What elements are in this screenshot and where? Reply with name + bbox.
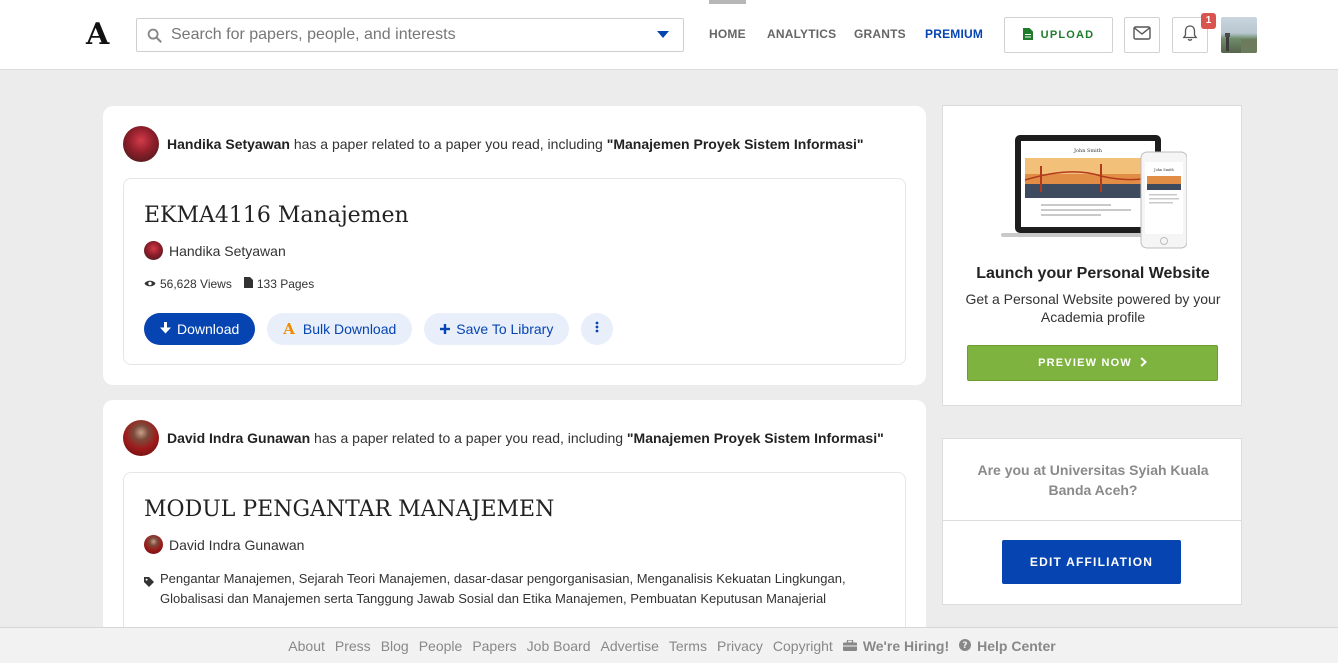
upload-button[interactable]: UPLOAD xyxy=(1004,17,1113,53)
related-paper-title[interactable]: "Manajemen Proyek Sistem Informasi" xyxy=(627,430,884,446)
upload-label: UPLOAD xyxy=(1040,29,1095,41)
search-dropdown-caret-icon[interactable] xyxy=(643,31,683,39)
nav-analytics[interactable]: ANALYTICS xyxy=(767,0,836,70)
briefcase-icon xyxy=(842,638,857,654)
plus-icon xyxy=(440,321,451,337)
recommendation-reason: has a paper related to a paper you read,… xyxy=(310,430,627,446)
affiliation-prompt: Are you at Universitas Syiah Kuala Banda… xyxy=(942,438,1242,605)
search-icon xyxy=(137,28,167,43)
preview-now-button[interactable]: PREVIEW NOW xyxy=(967,345,1218,381)
notification-count-badge: 1 xyxy=(1201,13,1216,29)
personal-website-promo: John Smith John Smith Launch your Person… xyxy=(942,105,1242,406)
search-input[interactable] xyxy=(167,20,643,50)
paper-stats: 56,628 Views 133 Pages xyxy=(144,277,314,291)
author-avatar xyxy=(144,535,163,554)
arrow-down-icon xyxy=(160,321,171,337)
eye-icon xyxy=(144,277,156,291)
recommender-avatar[interactable] xyxy=(123,420,159,456)
envelope-icon xyxy=(1133,25,1151,45)
author-avatar xyxy=(144,241,163,260)
pages-count: 133 Pages xyxy=(256,277,315,291)
footer-link-papers[interactable]: Papers xyxy=(472,638,516,654)
save-to-library-button[interactable]: Save To Library xyxy=(424,313,570,345)
footer-link-copyright[interactable]: Copyright xyxy=(773,638,833,654)
mock-site-name: John Smith xyxy=(1073,148,1103,154)
bell-icon xyxy=(1182,24,1198,47)
footer-link-hiring[interactable]: We're Hiring! xyxy=(842,638,949,654)
nav-home[interactable]: HOME xyxy=(709,0,746,70)
paper-card: MODUL PENGANTAR MANAJEMEN David Indra Gu… xyxy=(123,472,906,642)
paper-card: EKMA4116 Manajemen Handika Setyawan 56,6… xyxy=(123,178,906,365)
vertical-ellipsis-icon xyxy=(595,320,599,338)
footer-link-advertise[interactable]: Advertise xyxy=(601,638,659,654)
footer-link-terms[interactable]: Terms xyxy=(669,638,707,654)
page-icon xyxy=(243,277,253,291)
footer-link-blog[interactable]: Blog xyxy=(381,638,409,654)
nav-grants[interactable]: GRANTS xyxy=(854,0,906,70)
author-name[interactable]: David Indra Gunawan xyxy=(169,537,304,553)
mock-site-name-phone: John Smith xyxy=(1153,168,1174,172)
svg-text:?: ? xyxy=(963,641,968,651)
chevron-right-icon xyxy=(1140,356,1147,370)
related-paper-title[interactable]: "Manajemen Proyek Sistem Informasi" xyxy=(607,136,864,152)
paper-tags: Pengantar Manajemen, Sejarah Teori Manaj… xyxy=(144,569,864,609)
footer-link-press[interactable]: Press xyxy=(335,638,371,654)
edit-affiliation-button[interactable]: EDIT AFFILIATION xyxy=(1002,540,1181,584)
academia-a-icon: A xyxy=(283,320,295,338)
views-count: 56,628 Views xyxy=(160,277,232,291)
recommender-avatar[interactable] xyxy=(123,126,159,162)
user-avatar[interactable] xyxy=(1221,17,1257,53)
footer-link-privacy[interactable]: Privacy xyxy=(717,638,763,654)
nav-premium[interactable]: PREMIUM xyxy=(925,0,983,70)
recommender-name[interactable]: David Indra Gunawan xyxy=(167,430,310,446)
feed-card: David Indra Gunawan has a paper related … xyxy=(103,400,926,642)
feed-card: Handika Setyawan has a paper related to … xyxy=(103,106,926,385)
bulk-download-button[interactable]: A Bulk Download xyxy=(267,313,413,345)
paper-title[interactable]: MODUL PENGANTAR MANAJEMEN xyxy=(144,497,554,522)
more-options-button[interactable] xyxy=(581,313,614,345)
paper-actions: Download A Bulk Download Save To Library xyxy=(144,313,614,345)
website-preview-image: John Smith John Smith xyxy=(1001,132,1188,250)
search-bar[interactable] xyxy=(136,18,684,52)
tag-icon xyxy=(144,569,154,609)
recommendation-reason: has a paper related to a paper you read,… xyxy=(289,136,607,152)
recommender-name[interactable]: Handika Setyawan xyxy=(167,136,290,152)
academia-logo[interactable]: A xyxy=(86,19,109,51)
question-circle-icon: ? xyxy=(959,638,972,654)
author-name[interactable]: Handika Setyawan xyxy=(169,243,286,259)
document-icon xyxy=(1022,27,1033,43)
affiliation-question: Are you at Universitas Syiah Kuala Banda… xyxy=(977,462,1209,498)
footer-link-job-board[interactable]: Job Board xyxy=(527,638,591,654)
paper-author: David Indra Gunawan xyxy=(144,535,304,554)
promo-subtitle: Get a Personal Website powered by your A… xyxy=(965,291,1221,325)
paper-title[interactable]: EKMA4116 Manajemen xyxy=(144,203,409,228)
footer: About Press Blog People Papers Job Board… xyxy=(0,627,1338,663)
download-button[interactable]: Download xyxy=(144,313,256,345)
footer-link-people[interactable]: People xyxy=(419,638,463,654)
tag-list[interactable]: Pengantar Manajemen, Sejarah Teori Manaj… xyxy=(160,569,864,609)
paper-author: Handika Setyawan xyxy=(144,241,286,260)
footer-link-about[interactable]: About xyxy=(288,638,325,654)
top-header: A HOME ANALYTICS GRANTS PREMIUM UPLOAD 1 xyxy=(0,0,1338,70)
recommendation-line: Handika Setyawan has a paper related to … xyxy=(123,126,864,162)
divider xyxy=(943,520,1241,521)
recommendation-line: David Indra Gunawan has a paper related … xyxy=(123,420,884,456)
promo-title: Launch your Personal Website xyxy=(976,265,1210,282)
messages-button[interactable] xyxy=(1124,17,1160,53)
footer-link-help-center[interactable]: ? Help Center xyxy=(959,638,1056,654)
